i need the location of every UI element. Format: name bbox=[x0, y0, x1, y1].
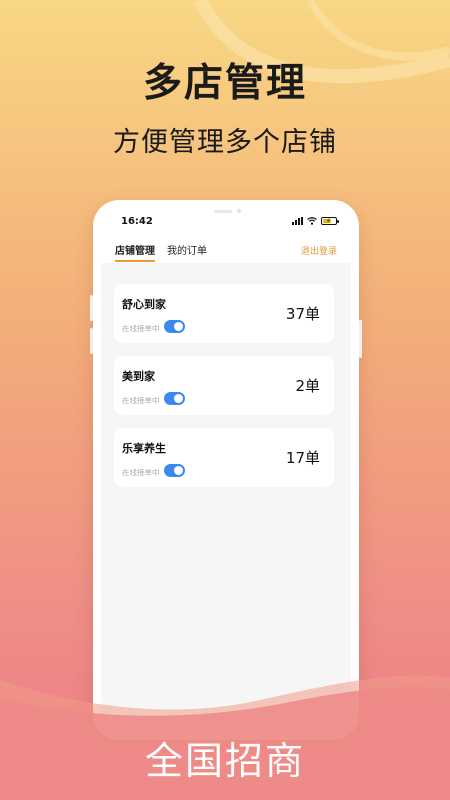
speaker-grille bbox=[214, 210, 232, 213]
promo-footer: 全国招商 bbox=[144, 739, 305, 783]
store-card[interactable]: 乐享养生 在线接单中 17单 bbox=[114, 428, 334, 487]
phone-side-button bbox=[359, 320, 362, 358]
front-camera bbox=[237, 209, 241, 213]
online-status-label: 在线接单中 bbox=[122, 324, 160, 333]
store-card[interactable]: 舒心到家 在线接单中 37单 bbox=[114, 284, 334, 343]
status-icons: ⚡ bbox=[292, 217, 339, 225]
store-name: 乐享养生 bbox=[122, 442, 166, 455]
online-status-label: 在线接单中 bbox=[122, 396, 160, 405]
battery-charging-icon: ⚡ bbox=[321, 217, 339, 225]
signal-icon bbox=[292, 217, 303, 225]
tab-my-orders[interactable]: 我的订单 bbox=[167, 242, 207, 262]
promo-headline: 多店管理 bbox=[142, 61, 307, 106]
tab-bar: 店铺管理 我的订单 bbox=[115, 242, 207, 262]
status-time: 16:42 bbox=[121, 216, 153, 227]
promo-subline: 方便管理多个店铺 bbox=[113, 127, 337, 158]
store-name: 舒心到家 bbox=[122, 298, 166, 311]
logout-button[interactable]: 退出登录 bbox=[301, 244, 337, 257]
order-count: 2单 bbox=[295, 377, 320, 395]
accept-orders-toggle[interactable] bbox=[164, 392, 185, 405]
phone-side-button bbox=[90, 328, 93, 354]
store-card[interactable]: 美到家 在线接单中 2单 bbox=[114, 356, 334, 415]
order-count: 37单 bbox=[285, 305, 320, 323]
phone-side-button bbox=[90, 295, 93, 321]
order-count: 17单 bbox=[285, 449, 320, 467]
online-status-label: 在线接单中 bbox=[122, 468, 160, 477]
accept-orders-toggle[interactable] bbox=[164, 320, 185, 333]
wifi-icon bbox=[307, 217, 317, 225]
tab-store-management[interactable]: 店铺管理 bbox=[115, 242, 155, 262]
accept-orders-toggle[interactable] bbox=[164, 464, 185, 477]
store-name: 美到家 bbox=[122, 370, 155, 383]
